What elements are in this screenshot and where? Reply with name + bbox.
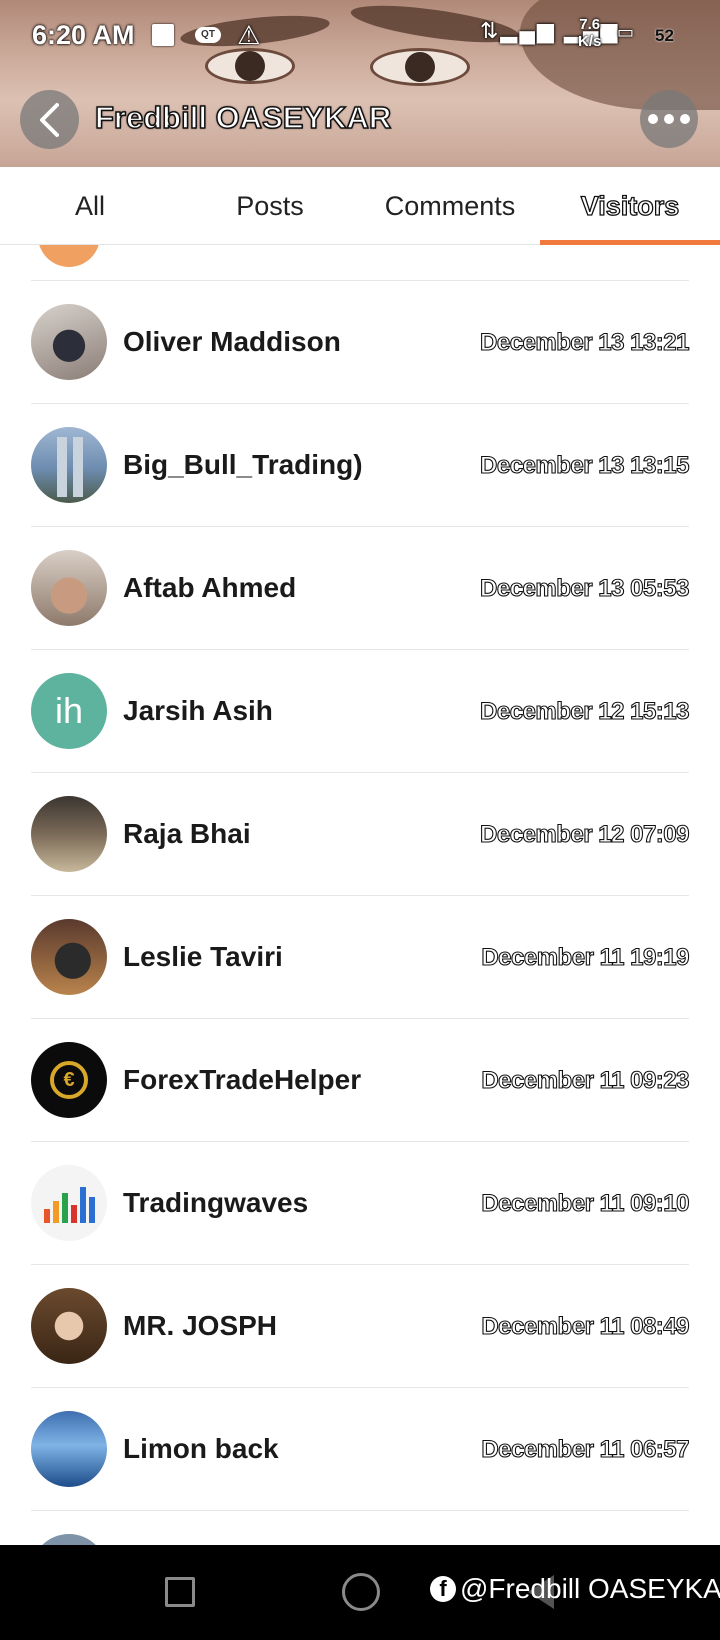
avatar[interactable] bbox=[31, 1165, 107, 1241]
visit-time: December 11 06:57 bbox=[481, 1435, 690, 1463]
list-item[interactable]: MR. JOSPH December 11 08:49 bbox=[0, 1264, 720, 1387]
more-horizontal-icon bbox=[648, 114, 690, 124]
visit-time: December 13 05:53 bbox=[479, 574, 690, 602]
visitor-name[interactable]: Raja Bhai bbox=[123, 818, 251, 850]
visitor-name[interactable]: Big_Bull_Trading) bbox=[123, 449, 363, 481]
list-item[interactable]: Tradingwaves December 11 09:10 bbox=[0, 1141, 720, 1264]
visit-time: December 11 09:23 bbox=[481, 1066, 690, 1094]
visitor-name[interactable]: Jarsih Asih bbox=[123, 695, 273, 727]
visitor-name[interactable]: Oliver Maddison bbox=[123, 326, 341, 358]
avatar[interactable]: € bbox=[31, 1042, 107, 1118]
list-item[interactable] bbox=[0, 1510, 720, 1545]
visitor-name[interactable]: ForexTradeHelper bbox=[123, 1064, 361, 1096]
visit-time: December 12 07:09 bbox=[479, 820, 690, 848]
visitor-name[interactable]: Aftab Ahmed bbox=[123, 572, 296, 604]
avatar[interactable]: ih bbox=[31, 673, 107, 749]
visitor-name[interactable]: Tradingwaves bbox=[123, 1187, 308, 1219]
avatar[interactable] bbox=[31, 304, 107, 380]
list-item[interactable]: Aftab Ahmed December 13 05:53 bbox=[0, 526, 720, 649]
avatar[interactable] bbox=[31, 919, 107, 995]
visit-time: December 11 08:49 bbox=[481, 1312, 690, 1340]
tab-visitors[interactable]: Visitors bbox=[540, 167, 720, 245]
recent-apps-button[interactable] bbox=[165, 1577, 195, 1607]
avatar bbox=[38, 245, 100, 267]
avatar[interactable] bbox=[31, 427, 107, 503]
visit-time: December 13 13:15 bbox=[479, 451, 690, 479]
notification-app-icon: QT bbox=[195, 27, 221, 43]
page-title: Fredbill OASEYKAR bbox=[94, 99, 392, 136]
visitor-list[interactable]: Oliver Maddison December 13 13:21 Big_Bu… bbox=[0, 245, 720, 1545]
avatar[interactable] bbox=[31, 550, 107, 626]
avatar[interactable] bbox=[31, 1534, 107, 1545]
warning-icon: ⚠ bbox=[237, 20, 261, 50]
network-speed-unit: K/s bbox=[578, 33, 602, 50]
list-item[interactable]: Oliver Maddison December 13 13:21 bbox=[0, 280, 720, 403]
list-item[interactable]: Big_Bull_Trading) December 13 13:15 bbox=[0, 403, 720, 526]
profile-header: 6:20 AM QT ⚠ ⇅▂▄▆ ▂▄▆ 7.6 K/s ▭ 52 Fredb… bbox=[0, 0, 720, 167]
watermark-text: @Fredbill OASEYKAR bbox=[460, 1573, 720, 1604]
facebook-icon: f bbox=[430, 1576, 456, 1602]
list-item[interactable]: ih Jarsih Asih December 12 15:13 bbox=[0, 649, 720, 772]
visit-time: December 13 13:21 bbox=[479, 328, 690, 356]
visitor-name[interactable]: MR. JOSPH bbox=[123, 1310, 277, 1342]
network-speed-value: 7.6 bbox=[579, 16, 601, 33]
notification-square-icon bbox=[152, 24, 174, 46]
list-item[interactable]: € ForexTradeHelper December 11 09:23 bbox=[0, 1018, 720, 1141]
watermark: f @Fredbill OASEYKAR bbox=[430, 1573, 720, 1605]
home-button[interactable] bbox=[342, 1573, 380, 1611]
avatar-initials: ih bbox=[54, 690, 84, 731]
list-item[interactable]: Limon back December 11 06:57 bbox=[0, 1387, 720, 1510]
visitor-name[interactable]: Leslie Taviri bbox=[123, 941, 283, 973]
back-button[interactable] bbox=[20, 90, 79, 149]
tab-all[interactable]: All bbox=[0, 167, 180, 245]
avatar[interactable] bbox=[31, 1411, 107, 1487]
bar-chart-logo-icon bbox=[43, 1183, 95, 1223]
network-speed: 7.6 K/s bbox=[578, 16, 601, 50]
battery-icon: ▭ bbox=[617, 22, 635, 42]
coin-logo-icon: € bbox=[50, 1061, 88, 1099]
system-nav-bar: f @Fredbill OASEYKAR bbox=[0, 1545, 720, 1640]
visit-time: December 12 15:13 bbox=[479, 697, 690, 725]
visitor-name[interactable]: Limon back bbox=[123, 1433, 279, 1465]
avatar[interactable] bbox=[31, 796, 107, 872]
status-time: 6:20 AM bbox=[32, 20, 135, 50]
list-item[interactable]: Leslie Taviri December 11 19:19 bbox=[0, 895, 720, 1018]
more-options-button[interactable] bbox=[640, 90, 698, 148]
tab-comments[interactable]: Comments bbox=[360, 167, 540, 245]
tab-bar: All Posts Comments Visitors bbox=[0, 167, 720, 245]
avatar[interactable] bbox=[31, 1288, 107, 1364]
tab-posts[interactable]: Posts bbox=[180, 167, 360, 245]
list-item[interactable]: Raja Bhai December 12 07:09 bbox=[0, 772, 720, 895]
chevron-left-icon bbox=[39, 102, 59, 137]
visit-time: December 11 09:10 bbox=[481, 1189, 690, 1217]
visit-time: December 11 19:19 bbox=[481, 943, 690, 971]
status-bar: 6:20 AM QT ⚠ ⇅▂▄▆ ▂▄▆ 7.6 K/s ▭ 52 bbox=[0, 14, 720, 58]
battery-level: 52 bbox=[655, 26, 674, 45]
